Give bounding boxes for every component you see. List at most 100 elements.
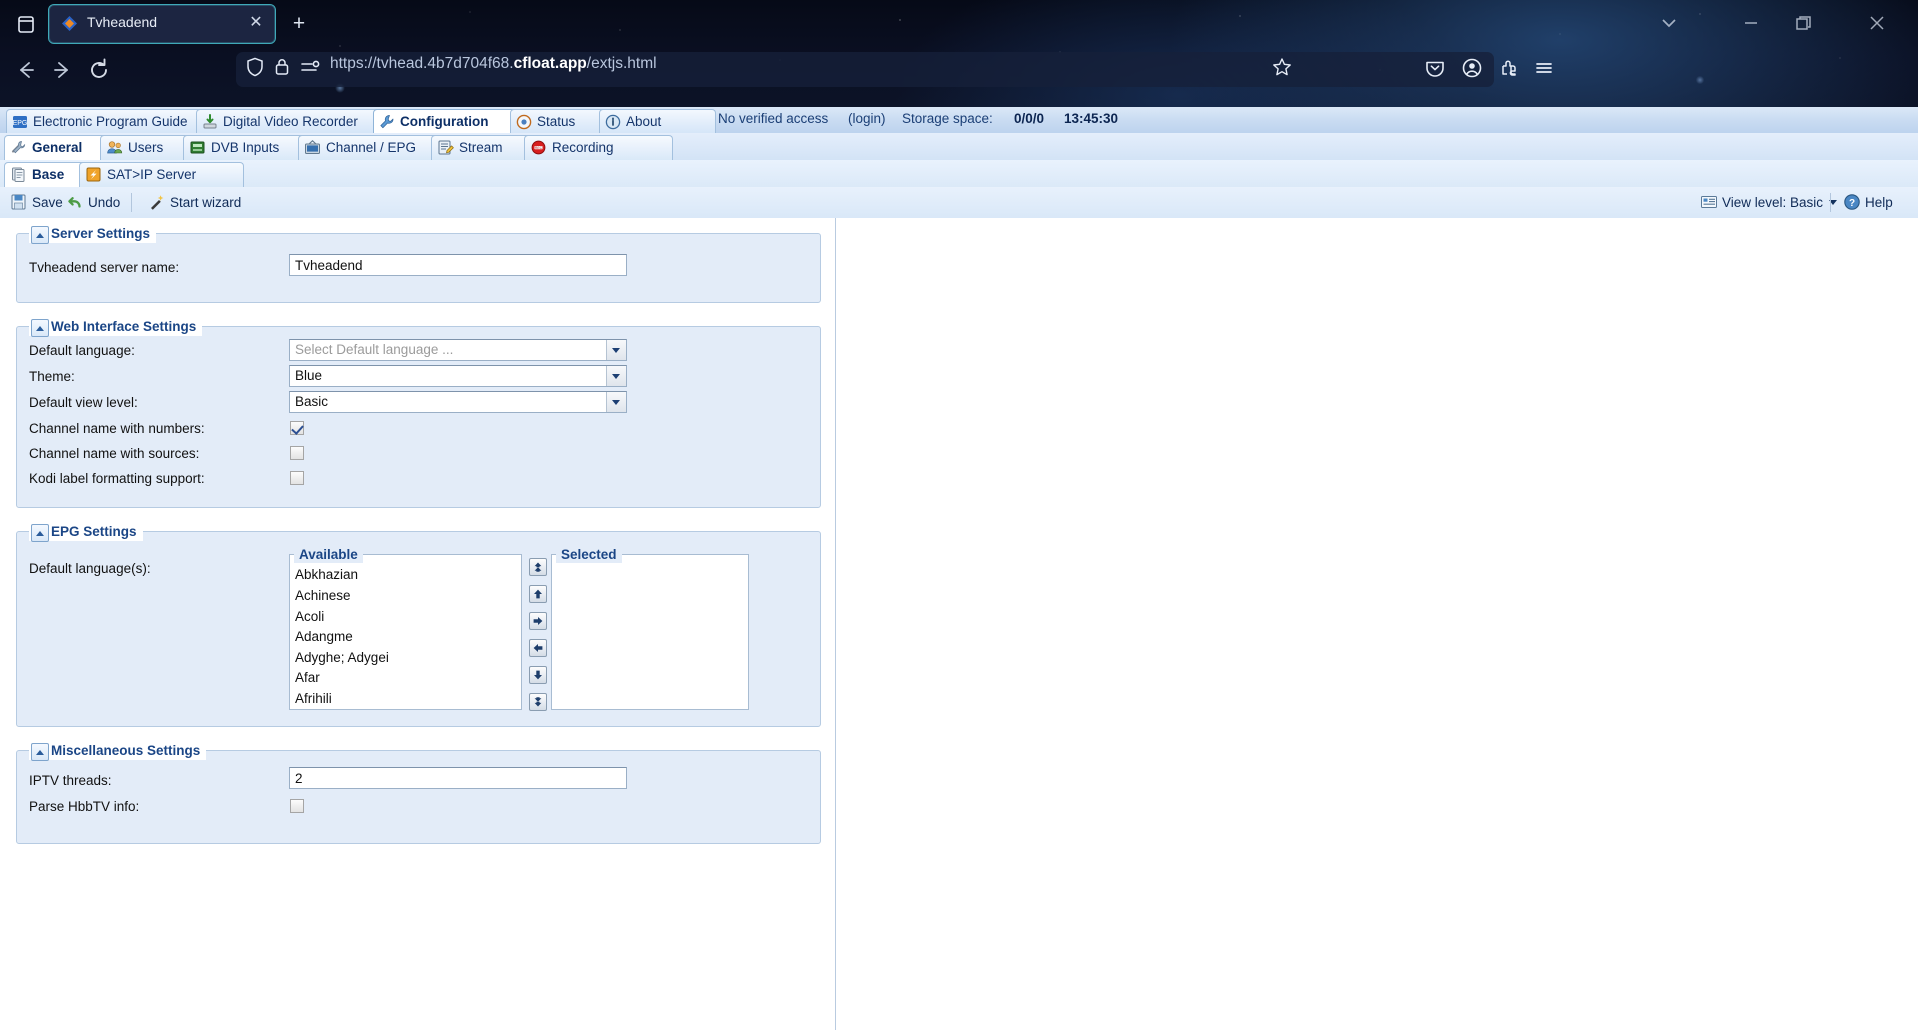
default-view-level-label: Default view level: (29, 395, 138, 410)
main-tab-bar: EPG Electronic Program Guide Digital Vid… (0, 107, 1918, 135)
move-bottom-button[interactable] (529, 693, 547, 711)
new-tab-icon[interactable]: + (286, 11, 312, 37)
undo-button[interactable]: Undo (66, 191, 120, 214)
epg-icon: EPG (12, 114, 28, 130)
chevron-down-icon[interactable] (606, 392, 626, 412)
base-icon (10, 166, 27, 183)
misc-settings-section: Miscellaneous Settings IPTV threads: 2 P… (16, 742, 821, 844)
list-item[interactable]: Adangme (295, 629, 353, 644)
list-item[interactable]: Afrihili (295, 691, 332, 706)
move-up-button[interactable] (529, 585, 547, 603)
parse-hbbtv-label: Parse HbbTV info: (29, 799, 140, 814)
tools-icon (10, 139, 27, 156)
site-permissions-icon[interactable] (300, 58, 322, 76)
forward-arrow-icon[interactable] (48, 55, 78, 85)
general-tab-satip-server[interactable]: SAT>IP Server (79, 162, 244, 187)
kodi-label-formatting-checkbox[interactable] (290, 471, 304, 485)
list-all-tabs-icon[interactable] (12, 10, 40, 38)
config-tab-channel-epg-label: Channel / EPG (326, 140, 417, 155)
move-top-icon (534, 562, 542, 572)
chevron-down-icon[interactable] (606, 366, 626, 386)
server-settings-legend: Server Settings (29, 225, 157, 244)
start-wizard-button[interactable]: Start wizard (148, 191, 241, 214)
server-settings-title: Server Settings (51, 226, 151, 241)
parse-hbbtv-checkbox[interactable] (290, 799, 304, 813)
channel-name-sources-checkbox[interactable] (290, 446, 304, 460)
url-prefix: https://tvhead.4b7d704f68. (330, 55, 514, 72)
save-button-label: Save (32, 195, 63, 210)
save-button[interactable]: Save (10, 191, 63, 214)
close-window-icon[interactable] (1864, 10, 1890, 36)
browser-tab[interactable]: Tvheadend ✕ (48, 4, 276, 44)
move-down-button[interactable] (529, 666, 547, 684)
undo-icon (66, 193, 84, 211)
selected-languages-list[interactable]: Selected (551, 546, 749, 710)
move-left-button[interactable] (529, 639, 547, 657)
epg-settings-section: EPG Settings Default language(s): Availa… (16, 523, 821, 727)
list-item[interactable]: Abkhazian (295, 567, 358, 582)
collapse-toggle-icon[interactable] (31, 743, 49, 761)
pocket-icon[interactable] (1424, 57, 1446, 79)
start-wizard-button-label: Start wizard (170, 195, 242, 210)
bookmark-star-icon[interactable] (1272, 57, 1292, 77)
move-down-icon (534, 670, 542, 680)
general-tab-base-label: Base (32, 167, 65, 182)
app-menu-icon[interactable] (1533, 57, 1555, 79)
general-tab-satip-server-label: SAT>IP Server (107, 167, 197, 182)
configuration-form: Server Settings Tvheadend server name: T… (0, 218, 836, 1030)
browser-tab-title: Tvheadend (87, 14, 158, 30)
collapse-toggle-icon[interactable] (31, 226, 49, 244)
iptv-threads-input[interactable]: 2 (289, 767, 627, 789)
reload-icon[interactable] (84, 55, 114, 85)
storage-space-label: Storage space: (902, 111, 993, 126)
main-tab-about[interactable]: About (599, 109, 716, 134)
move-bottom-icon (534, 697, 542, 707)
channel-name-numbers-label: Channel name with numbers: (29, 421, 205, 436)
extensions-icon[interactable] (1498, 57, 1520, 79)
general-tab-bar: Base SAT>IP Server (0, 160, 1918, 188)
main-tab-configuration-label: Configuration (400, 114, 489, 129)
maximize-icon[interactable] (1790, 10, 1816, 36)
config-tab-recording[interactable]: REC Recording (524, 135, 673, 160)
undo-button-label: Undo (88, 195, 121, 210)
list-item[interactable]: Afar (295, 670, 320, 685)
padlock-icon[interactable] (272, 56, 292, 78)
default-view-level-select[interactable]: Basic (289, 391, 627, 413)
shield-icon[interactable] (244, 56, 266, 78)
config-tab-stream-label: Stream (459, 140, 503, 155)
theme-select[interactable]: Blue (289, 365, 627, 387)
web-interface-settings-title: Web Interface Settings (51, 319, 197, 334)
list-item[interactable]: Acoli (295, 609, 324, 624)
url-suffix: /extjs.html (586, 55, 657, 72)
chevron-down-icon[interactable] (1656, 10, 1682, 36)
list-item[interactable]: Adyghe; Adygei (295, 650, 389, 665)
view-level-button[interactable]: View level: Basic (1700, 191, 1839, 214)
toolbar-separator-right (1830, 193, 1831, 212)
default-language-select[interactable]: Select Default language ... (289, 339, 627, 361)
collapse-toggle-icon[interactable] (31, 319, 49, 337)
chevron-down-icon[interactable] (606, 340, 626, 360)
back-arrow-icon[interactable] (10, 55, 40, 85)
address-bar-url[interactable]: https://tvhead.4b7d704f68.cfloat.app/ext… (330, 55, 657, 73)
main-tab-dvr-label: Digital Video Recorder (223, 114, 358, 129)
main-tab-epg[interactable]: EPG Electronic Program Guide (6, 109, 228, 134)
server-name-input[interactable]: Tvheadend (289, 254, 627, 276)
svg-text:EPG: EPG (13, 120, 28, 127)
channel-name-sources-label: Channel name with sources: (29, 446, 200, 461)
main-tab-about-label: About (626, 114, 662, 129)
available-languages-list[interactable]: Available Abkhazian Achinese Acoli Adang… (289, 546, 522, 710)
login-link[interactable]: (login) (848, 111, 886, 126)
minimize-icon[interactable] (1738, 10, 1764, 36)
save-icon (10, 193, 28, 211)
account-icon[interactable] (1461, 57, 1483, 79)
help-button[interactable]: ? Help (1843, 191, 1893, 214)
move-right-button[interactable] (529, 612, 547, 630)
collapse-toggle-icon[interactable] (31, 524, 49, 542)
move-top-button[interactable] (529, 558, 547, 576)
close-icon[interactable]: ✕ (247, 14, 265, 32)
list-item[interactable]: Achinese (295, 588, 351, 603)
channel-name-numbers-checkbox[interactable] (290, 421, 304, 435)
move-left-icon (533, 644, 543, 652)
theme-value: Blue (295, 368, 323, 383)
svg-text:REC: REC (535, 146, 543, 150)
